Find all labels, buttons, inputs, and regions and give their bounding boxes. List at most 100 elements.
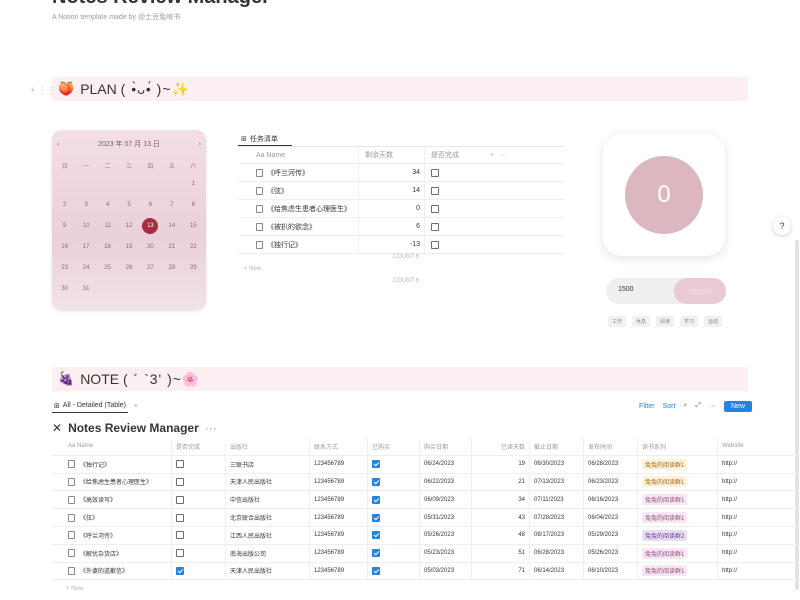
purchase-date-cell[interactable]: 05/23/2023 [420,544,472,562]
calendar-day[interactable]: 12 [118,217,139,235]
name-cell[interactable]: 《弦》 [52,509,172,526]
calendar-day[interactable]: 2 [54,196,75,214]
name-cell[interactable]: 《解忧杂货店》 [52,544,172,562]
notes-new-row[interactable]: + New [66,586,83,592]
preset-chip[interactable]: 学习 [680,316,699,327]
preset-chip[interactable]: 运动 [704,316,723,327]
done-checkbox[interactable] [431,204,439,213]
website-cell[interactable]: http:// [718,509,800,526]
purchase-date-cell[interactable]: 06/24/2023 [420,455,472,473]
publish-date-cell[interactable]: 05/29/2023 [584,526,638,544]
calendar-day[interactable]: 27 [140,259,161,277]
purchase-date-cell[interactable]: 06/09/2023 [420,491,472,509]
calendar-day[interactable]: 10 [75,217,96,235]
done-checkbox[interactable] [176,513,184,522]
column-header[interactable]: 已购买 [368,438,420,455]
calendar-day[interactable]: 22 [183,238,204,256]
calendar-day[interactable]: 8 [183,196,204,214]
publisher-cell[interactable]: 中信出版社 [226,491,310,509]
publisher-cell[interactable]: 江西人民出版社 [226,526,310,544]
calendar-day[interactable]: 25 [97,259,118,277]
done-checkbox[interactable] [176,549,184,558]
table-row[interactable]: 《给焦虑生患者心理医生》 天津人民出版社 123456789 06/22/2023 21… [52,473,800,492]
table-row[interactable]: 《外婆的道歉信》 天津人民出版社 123456789 05/03/2023 71 06/1… [52,562,800,581]
column-header[interactable]: Aa Name [52,438,172,455]
calendar-day[interactable]: 16 [54,238,75,256]
website-cell[interactable]: http:// [718,491,800,508]
name-cell[interactable]: 《独行记》 [52,455,172,473]
column-header[interactable]: 联系方式 [310,438,368,455]
col-done[interactable]: 是否完成 [424,147,484,163]
task-row[interactable]: 《独行记》 -13 [238,236,564,254]
calendar-day[interactable]: 18 [97,238,118,256]
today-marker[interactable]: 13 [142,218,159,234]
tab-all-detailed[interactable]: ⊞ All - Detailed (Table) [52,400,128,413]
publish-date-cell[interactable]: 06/10/2023 [584,562,638,580]
column-header[interactable]: 发布时间 [584,438,638,455]
tab-task-list[interactable]: ⊞ 任务清单 [238,132,292,146]
purchase-date-cell[interactable]: 05/26/2023 [420,526,472,544]
database-title-text[interactable]: Notes Review Manager [68,421,199,435]
table-row[interactable]: 《呼兰河传》 江西人民出版社 123456789 05/26/2023 48 08/17/… [52,526,800,545]
series-cell[interactable]: 兔兔的阅读群1 [638,455,718,473]
table-row[interactable]: 《独行记》 三联书店 123456789 06/24/2023 19 06/30/2023… [52,455,800,474]
calendar-day[interactable]: 9 [54,217,75,235]
bought-checkbox[interactable] [372,549,380,558]
filter-button[interactable]: Filter [639,403,655,410]
contact-cell[interactable]: 123456789 [310,526,368,544]
contact-cell[interactable]: 123456789 [310,562,368,580]
series-cell[interactable]: 兔兔的阅读群2 [638,526,718,544]
column-header[interactable]: 出版社 [226,438,310,455]
purchase-date-cell[interactable]: 05/31/2023 [420,509,472,526]
task-name-cell[interactable]: 《弦》 [238,186,358,196]
calendar-day[interactable]: 28 [161,259,182,277]
publisher-cell[interactable]: 天津人民出版社 [226,473,310,491]
series-cell[interactable]: 兔兔的阅读群1 [638,544,718,562]
calendar-day[interactable]: 6 [140,196,161,214]
calendar-day[interactable]: 26 [118,259,139,277]
column-header[interactable]: 已读天数 [472,438,530,455]
publish-date-cell[interactable]: 06/23/2023 [584,473,638,491]
calendar-day[interactable]: 7 [161,196,182,214]
due-date-cell[interactable]: 07/13/2023 [530,473,584,491]
table-row[interactable]: 《解忧杂货店》 南海出版公司 123456789 05/23/2023 51 06/28/… [52,544,800,563]
series-cell[interactable]: 兔兔的阅读群1 [638,509,718,526]
add-view-icon[interactable]: + [134,403,138,410]
done-checkbox[interactable] [176,495,184,504]
start-timer-button[interactable]: 开始计时 [674,278,726,304]
task-row[interactable]: 《给焦虑生患者心理医生》 0 [238,200,564,218]
sort-button[interactable]: Sort [663,403,676,410]
new-button[interactable]: New [723,400,752,412]
col-days-left[interactable]: 剩余天数 [358,147,424,163]
done-checkbox[interactable] [431,240,439,249]
bought-checkbox[interactable] [372,566,380,575]
contact-cell[interactable]: 123456789 [310,491,368,509]
task-row[interactable]: 《被扒的欲念》 6 [238,218,564,236]
expand-icon[interactable]: ⤢ [695,402,701,410]
calendar-day[interactable]: 13 [140,217,161,235]
counter-button[interactable]: 0 [625,156,703,234]
task-row[interactable]: 《呼兰河传》 34 [238,164,564,182]
bought-checkbox[interactable] [372,531,380,540]
calendar-day[interactable]: 15 [183,217,204,235]
contact-cell[interactable]: 123456789 [310,455,368,473]
name-cell[interactable]: 《外婆的道歉信》 [52,562,172,580]
calendar-day[interactable]: 4 [97,196,118,214]
more-icon[interactable]: ··· [494,152,507,159]
website-cell[interactable]: http:// [718,527,800,544]
next-month-icon[interactable]: › [199,141,201,148]
column-header[interactable]: 是否完成 [172,438,226,455]
done-checkbox[interactable] [431,222,439,231]
search-icon[interactable]: ⌕ [683,402,687,410]
help-button[interactable]: ? [773,217,791,235]
calendar-day[interactable]: 30 [54,280,75,298]
contact-cell[interactable]: 123456789 [310,544,368,562]
due-date-cell[interactable]: 08/17/2023 [530,526,584,544]
more-icon[interactable]: ··· [709,403,716,410]
calendar-day[interactable]: 23 [54,259,75,277]
col-name[interactable]: Aa Name [238,152,358,159]
done-checkbox[interactable] [431,186,439,195]
preset-chip[interactable]: 工作 [608,316,627,327]
done-checkbox[interactable] [176,531,184,540]
due-date-cell[interactable]: 07/28/2023 [530,509,584,526]
